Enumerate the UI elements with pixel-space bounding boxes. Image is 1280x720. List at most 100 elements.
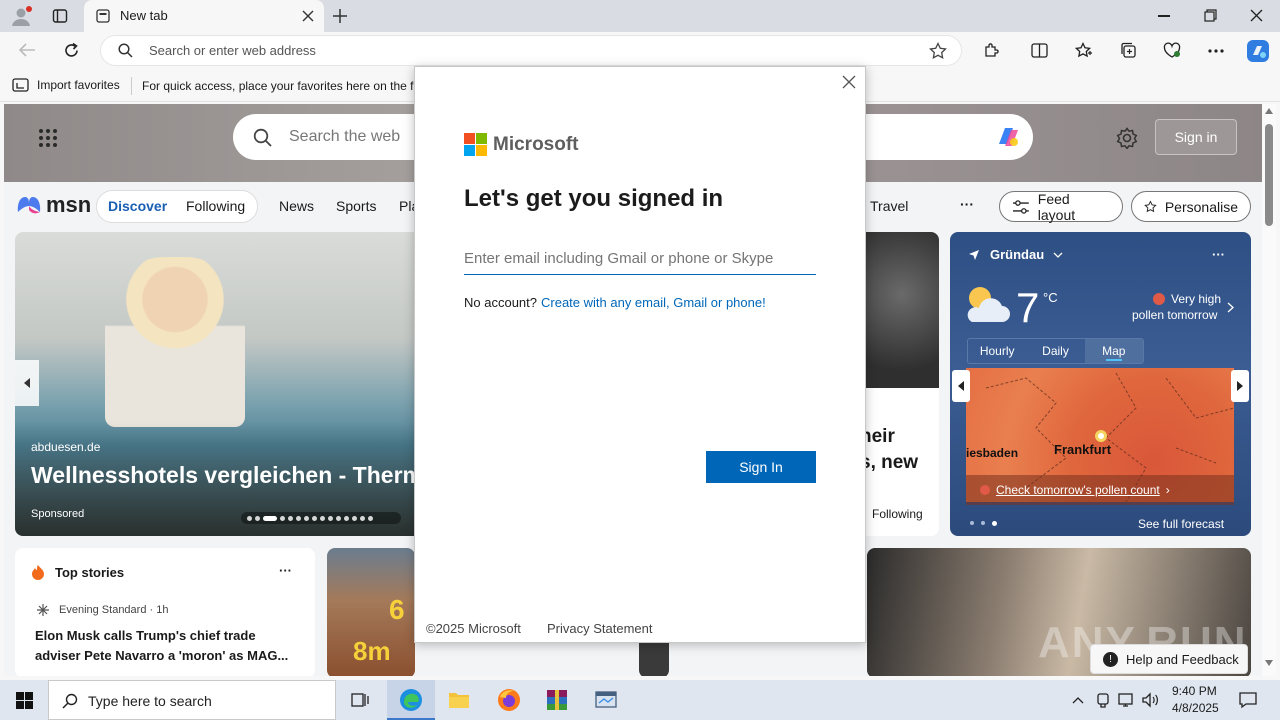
weather-tabs: Hourly Daily Map (967, 338, 1144, 364)
scroll-up-icon[interactable] (1265, 108, 1273, 114)
weather-more-button[interactable]: ··· (1212, 247, 1225, 262)
help-icon: ! (1103, 651, 1118, 667)
weather-tab-map[interactable]: Map (1084, 339, 1143, 363)
scroll-down-icon[interactable] (1265, 660, 1273, 666)
pollen-chevron-right-icon[interactable] (1227, 302, 1234, 313)
taskbar-edge-app[interactable] (387, 680, 435, 720)
feed-layout-label: Feed layout (1037, 190, 1076, 223)
weather-tab-hourly[interactable]: Hourly (968, 339, 1026, 363)
weather-tab-daily[interactable]: Daily (1026, 339, 1084, 363)
weather-location[interactable]: Gründau (990, 247, 1044, 262)
hero-carousel-dots[interactable] (241, 512, 401, 524)
msn-butterfly-icon (17, 197, 41, 214)
msn-sign-in-button[interactable]: Sign in (1155, 119, 1237, 155)
taskbar-search-placeholder: Type here to search (88, 693, 212, 709)
tab-new-tab[interactable]: New tab (84, 0, 324, 32)
solar-overlay-big: 6 (389, 594, 405, 625)
volume-icon[interactable] (1142, 692, 1160, 708)
top-stories-card: Top stories ··· Evening Standard · 1h El… (15, 548, 315, 676)
nav-tab-discover[interactable]: Discover (108, 198, 167, 214)
close-tab-icon[interactable] (302, 10, 314, 22)
solar-story-card[interactable]: 6 8m (327, 548, 415, 676)
privacy-statement-link[interactable]: Privacy Statement (547, 621, 653, 636)
nav-tab-following[interactable]: Following (186, 198, 245, 214)
copilot-icon[interactable] (1245, 38, 1271, 64)
new-tab-page-icon (96, 9, 110, 23)
email-input[interactable] (464, 243, 816, 275)
help-feedback-button[interactable]: ! Help and Feedback (1090, 644, 1248, 674)
personalise-button[interactable]: Personalise (1131, 191, 1251, 222)
nav-tab-travel[interactable]: Travel (870, 198, 908, 214)
location-chevron-down-icon[interactable] (1053, 252, 1063, 258)
import-favorites-button[interactable]: Import favorites (12, 77, 120, 93)
scrollbar-thumb[interactable] (1265, 124, 1273, 226)
windows-start-icon[interactable] (16, 692, 33, 709)
pollen-line2: pollen tomorrow (1132, 308, 1218, 322)
extensions-icon[interactable] (983, 42, 1000, 59)
file-explorer-icon[interactable] (448, 690, 470, 710)
msn-logo[interactable]: msn (16, 192, 91, 218)
minimize-icon[interactable] (1158, 15, 1170, 17)
feed-layout-button[interactable]: Feed layout (999, 190, 1123, 223)
network-icon[interactable] (1118, 692, 1136, 708)
hero-source: abduesen.de (31, 440, 101, 454)
clock-time[interactable]: 9:40 PM (1172, 684, 1217, 698)
favorites-icon[interactable] (1075, 42, 1093, 59)
taskbar-search-box[interactable]: Type here to search (48, 680, 336, 720)
tab-actions-icon[interactable] (52, 8, 68, 24)
fire-icon (31, 564, 45, 580)
top-stories-more-button[interactable]: ··· (279, 563, 292, 578)
nav-tab-news[interactable]: News (279, 198, 314, 214)
hero-prev-arrow[interactable] (15, 360, 39, 406)
taskbar-app-window-icon[interactable] (594, 689, 618, 711)
apps-launcher-icon[interactable] (38, 128, 58, 148)
address-bar[interactable]: Search or enter web address (100, 35, 962, 66)
story-following-label[interactable]: Following (872, 507, 923, 521)
pollen-link-chevron-icon: › (1165, 483, 1170, 497)
notifications-icon[interactable] (1239, 691, 1257, 709)
settings-more-icon[interactable] (1208, 49, 1224, 53)
browser-essentials-icon[interactable] (1163, 42, 1181, 59)
pollen-link-bar[interactable]: Check tomorrow's pollen count › (966, 475, 1234, 505)
weather-map-next-button[interactable] (1231, 370, 1249, 402)
winrar-icon[interactable] (545, 688, 569, 712)
new-tab-plus-icon[interactable] (332, 8, 348, 24)
solar-overlay-small: 8m (353, 636, 391, 666)
favorite-star-icon[interactable] (929, 42, 947, 60)
weather-card[interactable]: Gründau ··· 7 °C Very high pollen tomorr… (950, 232, 1251, 536)
no-account-text: No account? (464, 295, 537, 310)
close-window-icon[interactable] (1250, 9, 1263, 22)
clock-date[interactable]: 4/8/2025 (1172, 701, 1219, 715)
task-view-icon[interactable] (351, 691, 369, 709)
location-arrow-icon (968, 249, 980, 261)
dialog-close-icon[interactable] (842, 75, 856, 89)
copilot-search-icon[interactable] (993, 122, 1023, 152)
sign-in-submit-button[interactable]: Sign In (706, 451, 816, 483)
sliders-icon (1012, 199, 1029, 214)
story-headline[interactable]: Elon Musk calls Trump's chief trade advi… (35, 626, 303, 666)
nav-more-button[interactable]: ··· (960, 196, 974, 212)
tray-device-icon[interactable] (1096, 692, 1110, 708)
profile-icon[interactable] (10, 5, 32, 27)
weather-map-prev-button[interactable] (952, 370, 970, 402)
favorites-hint: For quick access, place your favorites h… (142, 79, 421, 93)
refresh-icon[interactable] (63, 42, 80, 59)
msn-settings-gear-icon[interactable] (1116, 127, 1138, 149)
taskbar-search-icon (62, 693, 78, 709)
back-icon[interactable] (18, 42, 36, 58)
tray-chevron-up-icon[interactable] (1072, 696, 1084, 704)
hero-title[interactable]: Wellnesshotels vergleichen - Therm (31, 462, 423, 489)
weather-carousel-dots[interactable] (970, 521, 997, 526)
pollen-link-text: Check tomorrow's pollen count (996, 483, 1160, 497)
hero-story-card[interactable]: abduesen.de Wellnesshotels vergleichen -… (15, 232, 425, 536)
see-full-forecast-link[interactable]: See full forecast (1138, 517, 1224, 531)
map-label-frankfurt: Frankfurt (1054, 442, 1112, 457)
restore-icon[interactable] (1204, 9, 1217, 22)
nav-tab-sports[interactable]: Sports (336, 198, 376, 214)
page-scrollbar[interactable] (1262, 104, 1276, 676)
map-location-marker (1095, 430, 1107, 442)
collections-icon[interactable] (1120, 42, 1137, 59)
firefox-icon[interactable] (497, 688, 521, 712)
create-account-link[interactable]: Create with any email, Gmail or phone! (541, 295, 766, 310)
split-screen-icon[interactable] (1031, 42, 1048, 59)
